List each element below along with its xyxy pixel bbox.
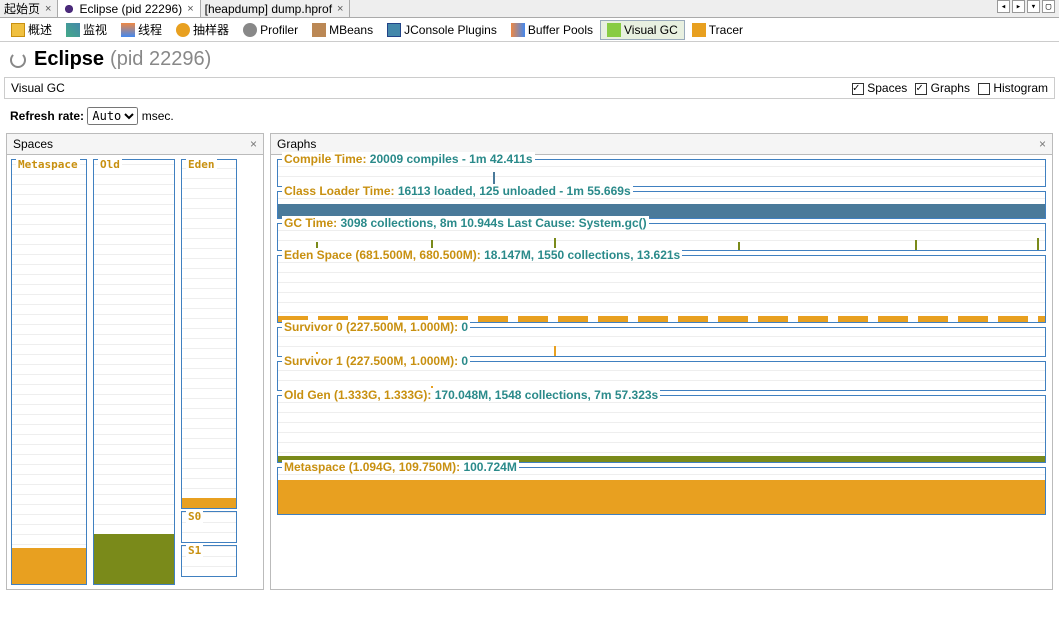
tb-jconsole[interactable]: JConsole Plugins [380,20,504,40]
panel-title: Graphs [277,137,316,151]
spinner-icon [10,52,26,68]
app-pid: (pid 22296) [110,48,211,71]
chk-spaces[interactable]: Spaces [852,81,907,95]
graph-gc: GC Time: 3098 collections, 8m 10.944s La… [277,223,1046,251]
tb-mbeans[interactable]: MBeans [305,20,380,40]
panel-spaces: Spaces × Metaspace Old Eden S0 S1 [6,133,264,590]
tab-nav: ◂ ▸ ▾ ▢ [997,0,1059,17]
close-icon[interactable]: × [250,137,257,151]
top-tabs: 起始页× Eclipse (pid 22296)× [heapdump] dum… [0,0,1059,18]
tab-start[interactable]: 起始页× [0,0,58,17]
refresh-label: Refresh rate: [10,109,84,123]
graph-compile: Compile Time: 20009 compiles - 1m 42.411… [277,159,1046,187]
sampler-icon [176,23,190,37]
monitor-icon [66,23,80,37]
tab-max-icon[interactable]: ▢ [1042,0,1055,13]
toolbar: 概述 监视 线程 抽样器 Profiler MBeans JConsole Pl… [0,18,1059,42]
graph-old: Old Gen (1.333G, 1.333G): 170.048M, 1548… [277,395,1046,463]
space-eden: Eden [181,159,237,509]
refresh-unit: msec. [142,109,174,123]
panel-graphs: Graphs × Compile Time: 20009 compiles - 1… [270,133,1053,590]
buffer-icon [511,23,525,37]
tb-sampler[interactable]: 抽样器 [169,18,236,41]
panel-title: Spaces [13,137,53,151]
subbar: Visual GC Spaces Graphs Histogram [4,77,1055,99]
chk-histogram[interactable]: Histogram [978,81,1048,95]
tab-eclipse[interactable]: Eclipse (pid 22296)× [58,0,200,17]
close-icon[interactable]: × [185,3,195,15]
tb-visualgc[interactable]: Visual GC [600,20,685,40]
space-old: Old [93,159,175,585]
refresh-row: Refresh rate: Auto msec. [0,99,1059,133]
graph-s1: Survivor 1 (227.500M, 1.000M): 0 [277,361,1046,391]
refresh-select[interactable]: Auto [87,107,138,125]
space-metaspace: Metaspace [11,159,87,585]
graph-s0: Survivor 0 (227.500M, 1.000M): 0 [277,327,1046,357]
tab-dropdown-icon[interactable]: ▾ [1027,0,1040,13]
app-title: Eclipse [34,48,104,71]
subbar-label: Visual GC [11,81,65,95]
mbeans-icon [312,23,326,37]
tb-overview[interactable]: 概述 [4,18,59,41]
tab-heapdump[interactable]: [heapdump] dump.hprof× [201,0,351,17]
chk-graphs[interactable]: Graphs [915,81,970,95]
graph-metaspace: Metaspace (1.094G, 109.750M): 100.724M [277,467,1046,515]
page-header: Eclipse (pid 22296) [0,42,1059,77]
profiler-icon [243,23,257,37]
visualgc-icon [607,23,621,37]
close-icon[interactable]: × [335,3,345,15]
eclipse-icon [62,2,76,16]
close-icon[interactable]: × [1039,137,1046,151]
tb-buffer[interactable]: Buffer Pools [504,20,600,40]
graph-classloader: Class Loader Time: 16113 loaded, 125 unl… [277,191,1046,219]
tab-next-icon[interactable]: ▸ [1012,0,1025,13]
space-s1: S1 [181,545,237,577]
space-s0: S0 [181,511,237,543]
tracer-icon [692,23,706,37]
tb-tracer[interactable]: Tracer [685,20,750,40]
close-icon[interactable]: × [43,3,53,15]
overview-icon [11,23,25,37]
tb-monitor[interactable]: 监视 [59,18,114,41]
threads-icon [121,23,135,37]
tb-threads[interactable]: 线程 [114,18,169,41]
jconsole-icon [387,23,401,37]
graph-eden: Eden Space (681.500M, 680.500M): 18.147M… [277,255,1046,323]
tab-prev-icon[interactable]: ◂ [997,0,1010,13]
tb-profiler[interactable]: Profiler [236,20,305,40]
